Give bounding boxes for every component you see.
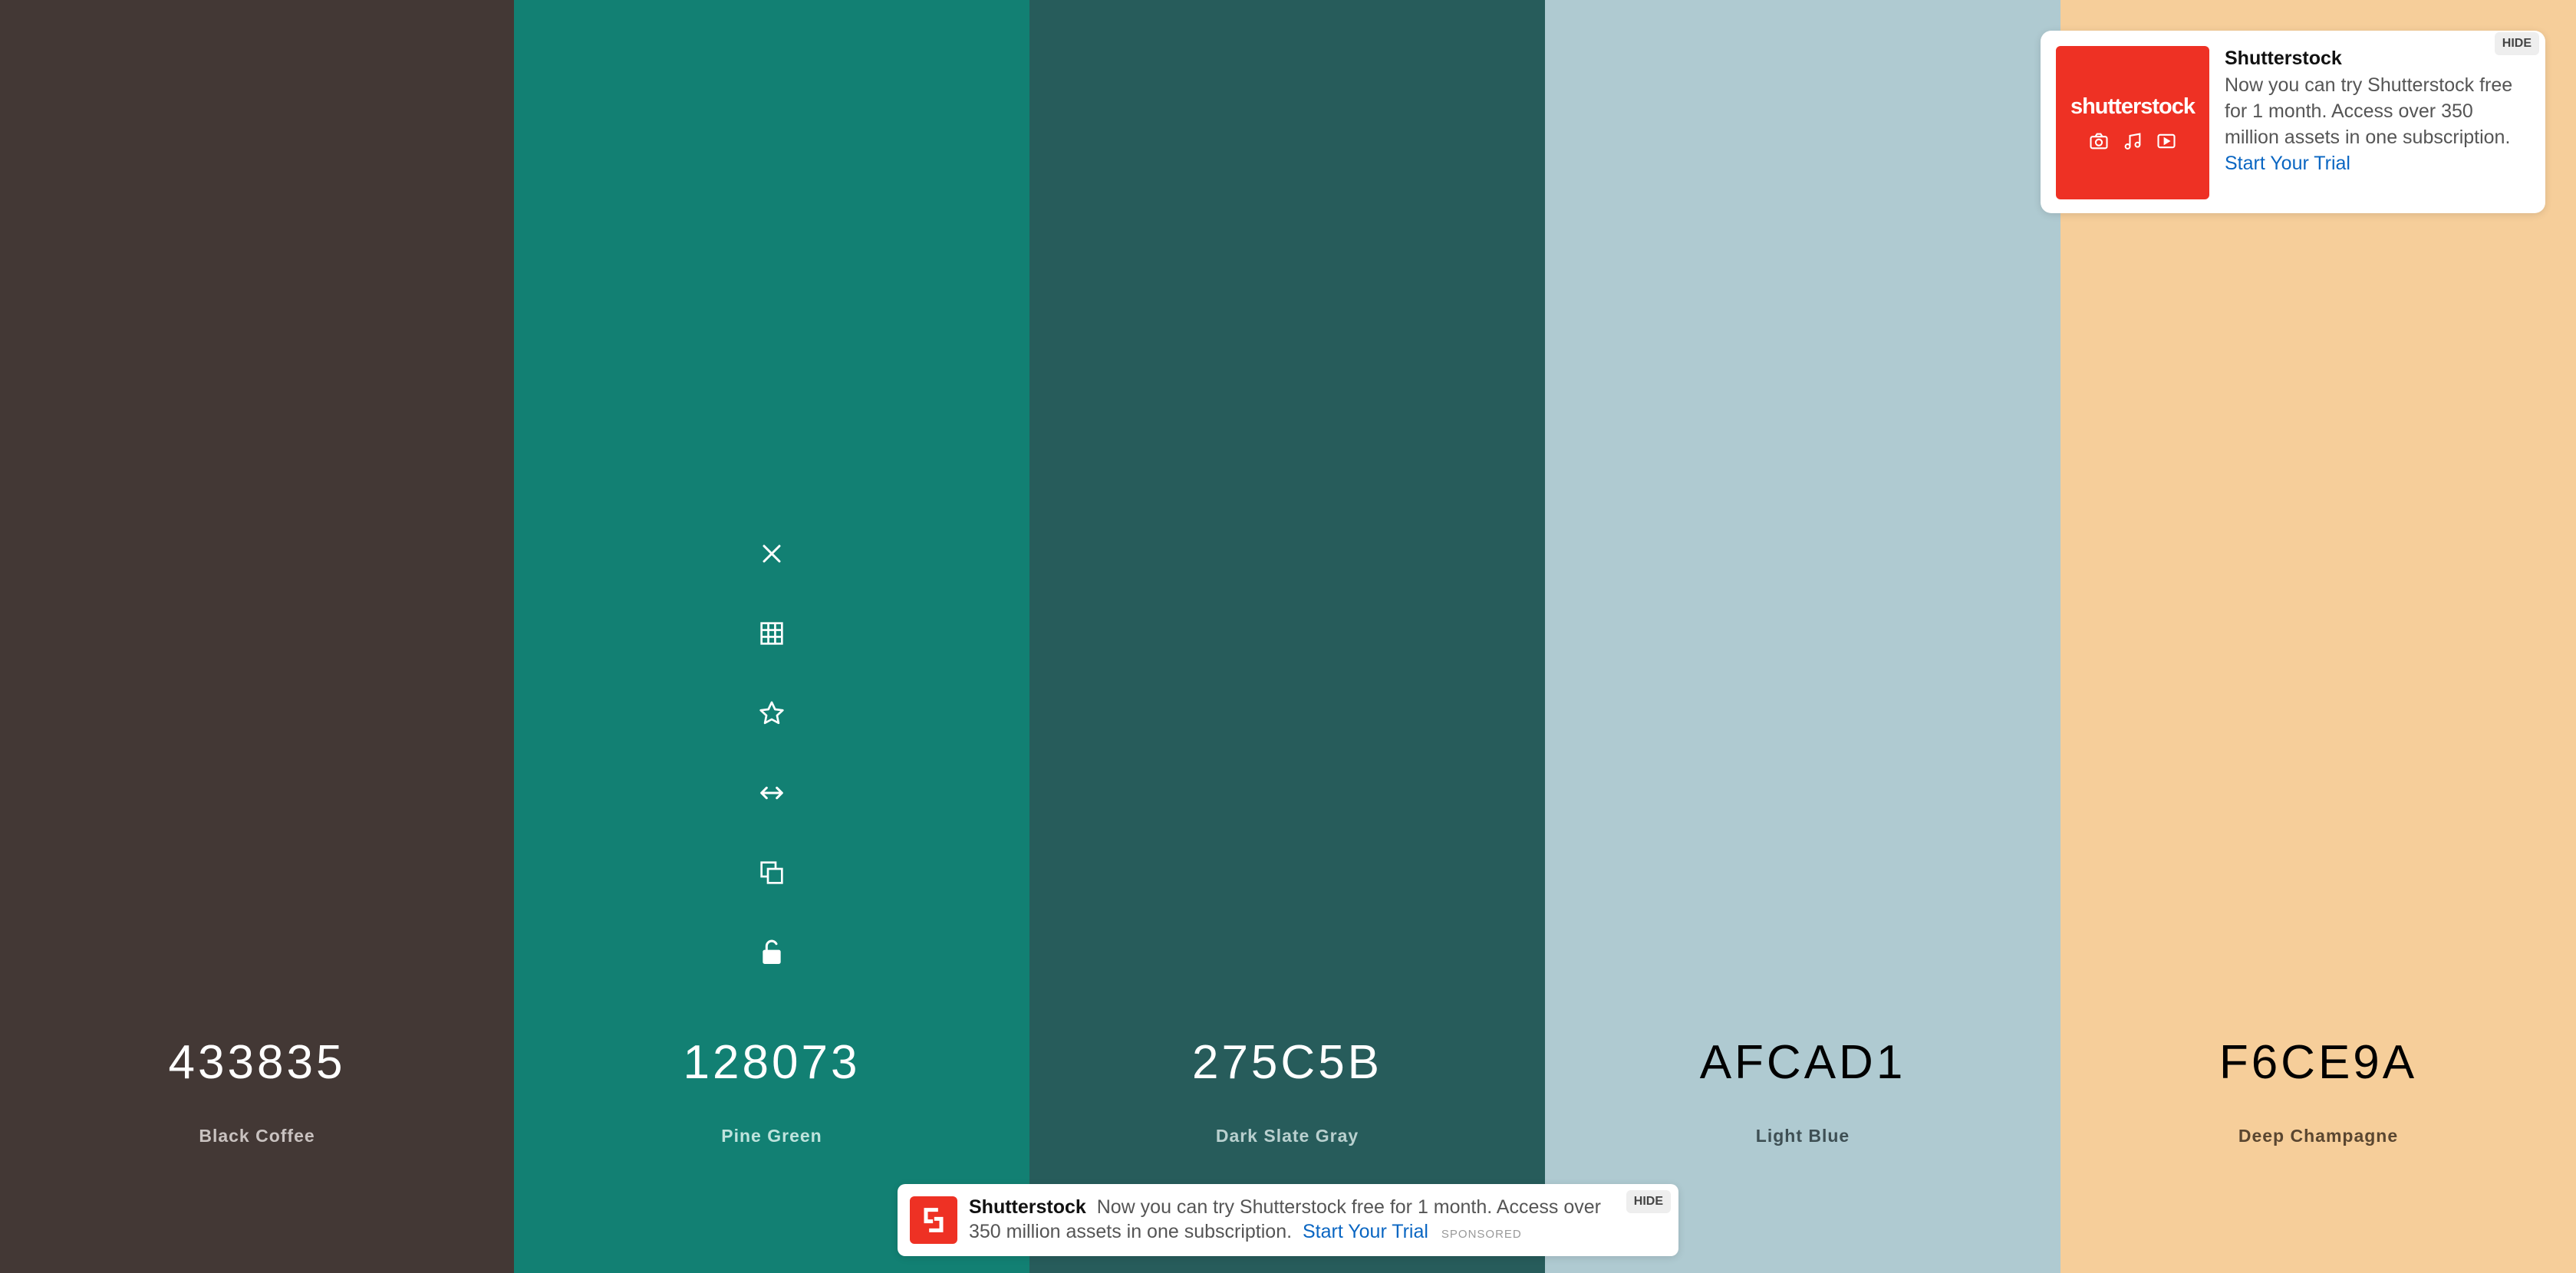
color-hex-code[interactable]: 128073 — [514, 1035, 1029, 1090]
color-hex-code[interactable]: 433835 — [0, 1035, 514, 1090]
grid-icon — [760, 622, 783, 645]
color-name: Black Coffee — [199, 1126, 315, 1146]
sponsored-ad-banner[interactable]: Shutterstock Now you can try Shutterstoc… — [898, 1184, 1678, 1256]
logo-wordmark: shutterstock — [2070, 94, 2196, 119]
lock-color-button[interactable] — [750, 931, 793, 974]
favorite-color-button[interactable] — [750, 692, 793, 735]
music-icon — [2124, 132, 2141, 150]
sponsored-ad-card[interactable]: shutterstock Shutterstock Now you can tr… — [2041, 31, 2545, 213]
hide-ad-button[interactable]: HIDE — [2494, 32, 2539, 55]
video-icon — [2157, 133, 2176, 148]
camera-icon — [2090, 133, 2108, 149]
shutterstock-logo[interactable] — [910, 1196, 957, 1244]
shades-button[interactable] — [750, 612, 793, 655]
remove-color-button[interactable] — [750, 532, 793, 575]
color-name: Deep Champagne — [2238, 1126, 2399, 1146]
ad-body: Now you can try Shutterstock free for 1 … — [2225, 72, 2532, 176]
drag-horizontal-icon — [760, 786, 783, 800]
color-hex-code[interactable]: AFCAD1 — [1545, 1035, 2060, 1090]
color-swatch-light-blue[interactable]: AFCAD1 Light Blue — [1545, 0, 2060, 1273]
shutterstock-icon — [924, 1208, 944, 1232]
color-swatch-black-coffee[interactable]: 433835 Black Coffee — [0, 0, 514, 1273]
start-trial-link[interactable]: Start Your Trial — [1303, 1221, 1428, 1242]
close-icon — [763, 544, 781, 563]
hide-ad-button[interactable]: HIDE — [1626, 1190, 1671, 1213]
color-swatch-dark-slate-gray[interactable]: 275C5B Dark Slate Gray — [1029, 0, 1545, 1273]
color-hex-code[interactable]: F6CE9A — [2060, 1035, 2576, 1090]
ad-title: Shutterstock — [969, 1196, 1086, 1218]
color-hex-code[interactable]: 275C5B — [1029, 1035, 1545, 1090]
ad-title: Shutterstock — [2225, 48, 2342, 69]
logo-icons — [2088, 130, 2177, 152]
color-name: Pine Green — [721, 1126, 822, 1146]
ad-description: Now you can try Shutterstock free for 1 … — [2225, 74, 2513, 148]
copy-hex-button[interactable] — [750, 851, 793, 894]
swatch-toolbar — [750, 532, 793, 1011]
shutterstock-logo[interactable]: shutterstock — [2056, 46, 2209, 199]
ad-text: Shutterstock Now you can try Shutterstoc… — [969, 1195, 1606, 1247]
copy-icon — [760, 861, 783, 884]
sponsored-label: SPONSORED — [1441, 1228, 1522, 1241]
color-name: Light Blue — [1755, 1126, 1850, 1146]
color-name: Dark Slate Gray — [1215, 1126, 1359, 1146]
start-trial-link[interactable]: Start Your Trial — [2225, 150, 2532, 176]
lock-open-icon — [763, 939, 781, 964]
star-icon — [759, 701, 784, 725]
color-swatch-pine-green[interactable]: 128073 Pine Green — [514, 0, 1029, 1273]
drag-color-button[interactable] — [750, 771, 793, 814]
